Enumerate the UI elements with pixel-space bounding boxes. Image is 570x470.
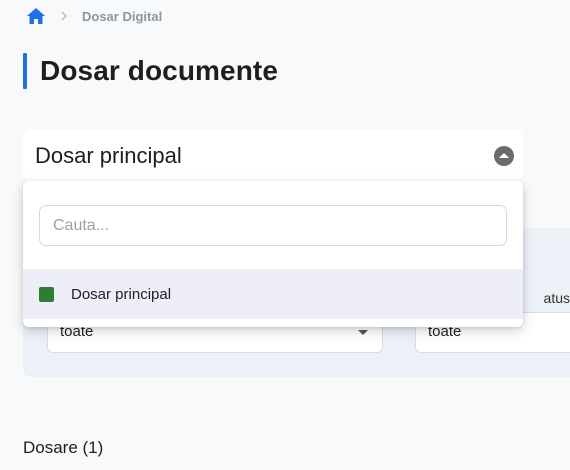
chevron-up-circle-icon[interactable] (494, 146, 514, 166)
dropdown-option[interactable]: Dosar principal (23, 269, 523, 319)
home-icon[interactable] (26, 7, 46, 25)
color-swatch (39, 286, 54, 302)
page-header: Dosar documente (23, 53, 278, 89)
page-title: Dosar documente (40, 55, 278, 86)
dropdown-option-label: Dosar principal (71, 285, 172, 303)
status-filter-label: atus (543, 290, 570, 306)
dosar-select[interactable]: Dosar principal (23, 130, 523, 181)
dosar-dropdown: Dosar principal (23, 181, 523, 327)
dosare-count: Dosare (1) (23, 438, 104, 457)
dropdown-search-input[interactable] (39, 205, 507, 246)
chevron-right-icon (61, 11, 67, 21)
dosar-select-value: Dosar principal (35, 143, 182, 168)
title-accent-bar (23, 53, 27, 89)
breadcrumb-current: Dosar Digital (82, 8, 163, 24)
breadcrumb: Dosar Digital (26, 7, 162, 25)
caret-down-icon (358, 330, 368, 335)
